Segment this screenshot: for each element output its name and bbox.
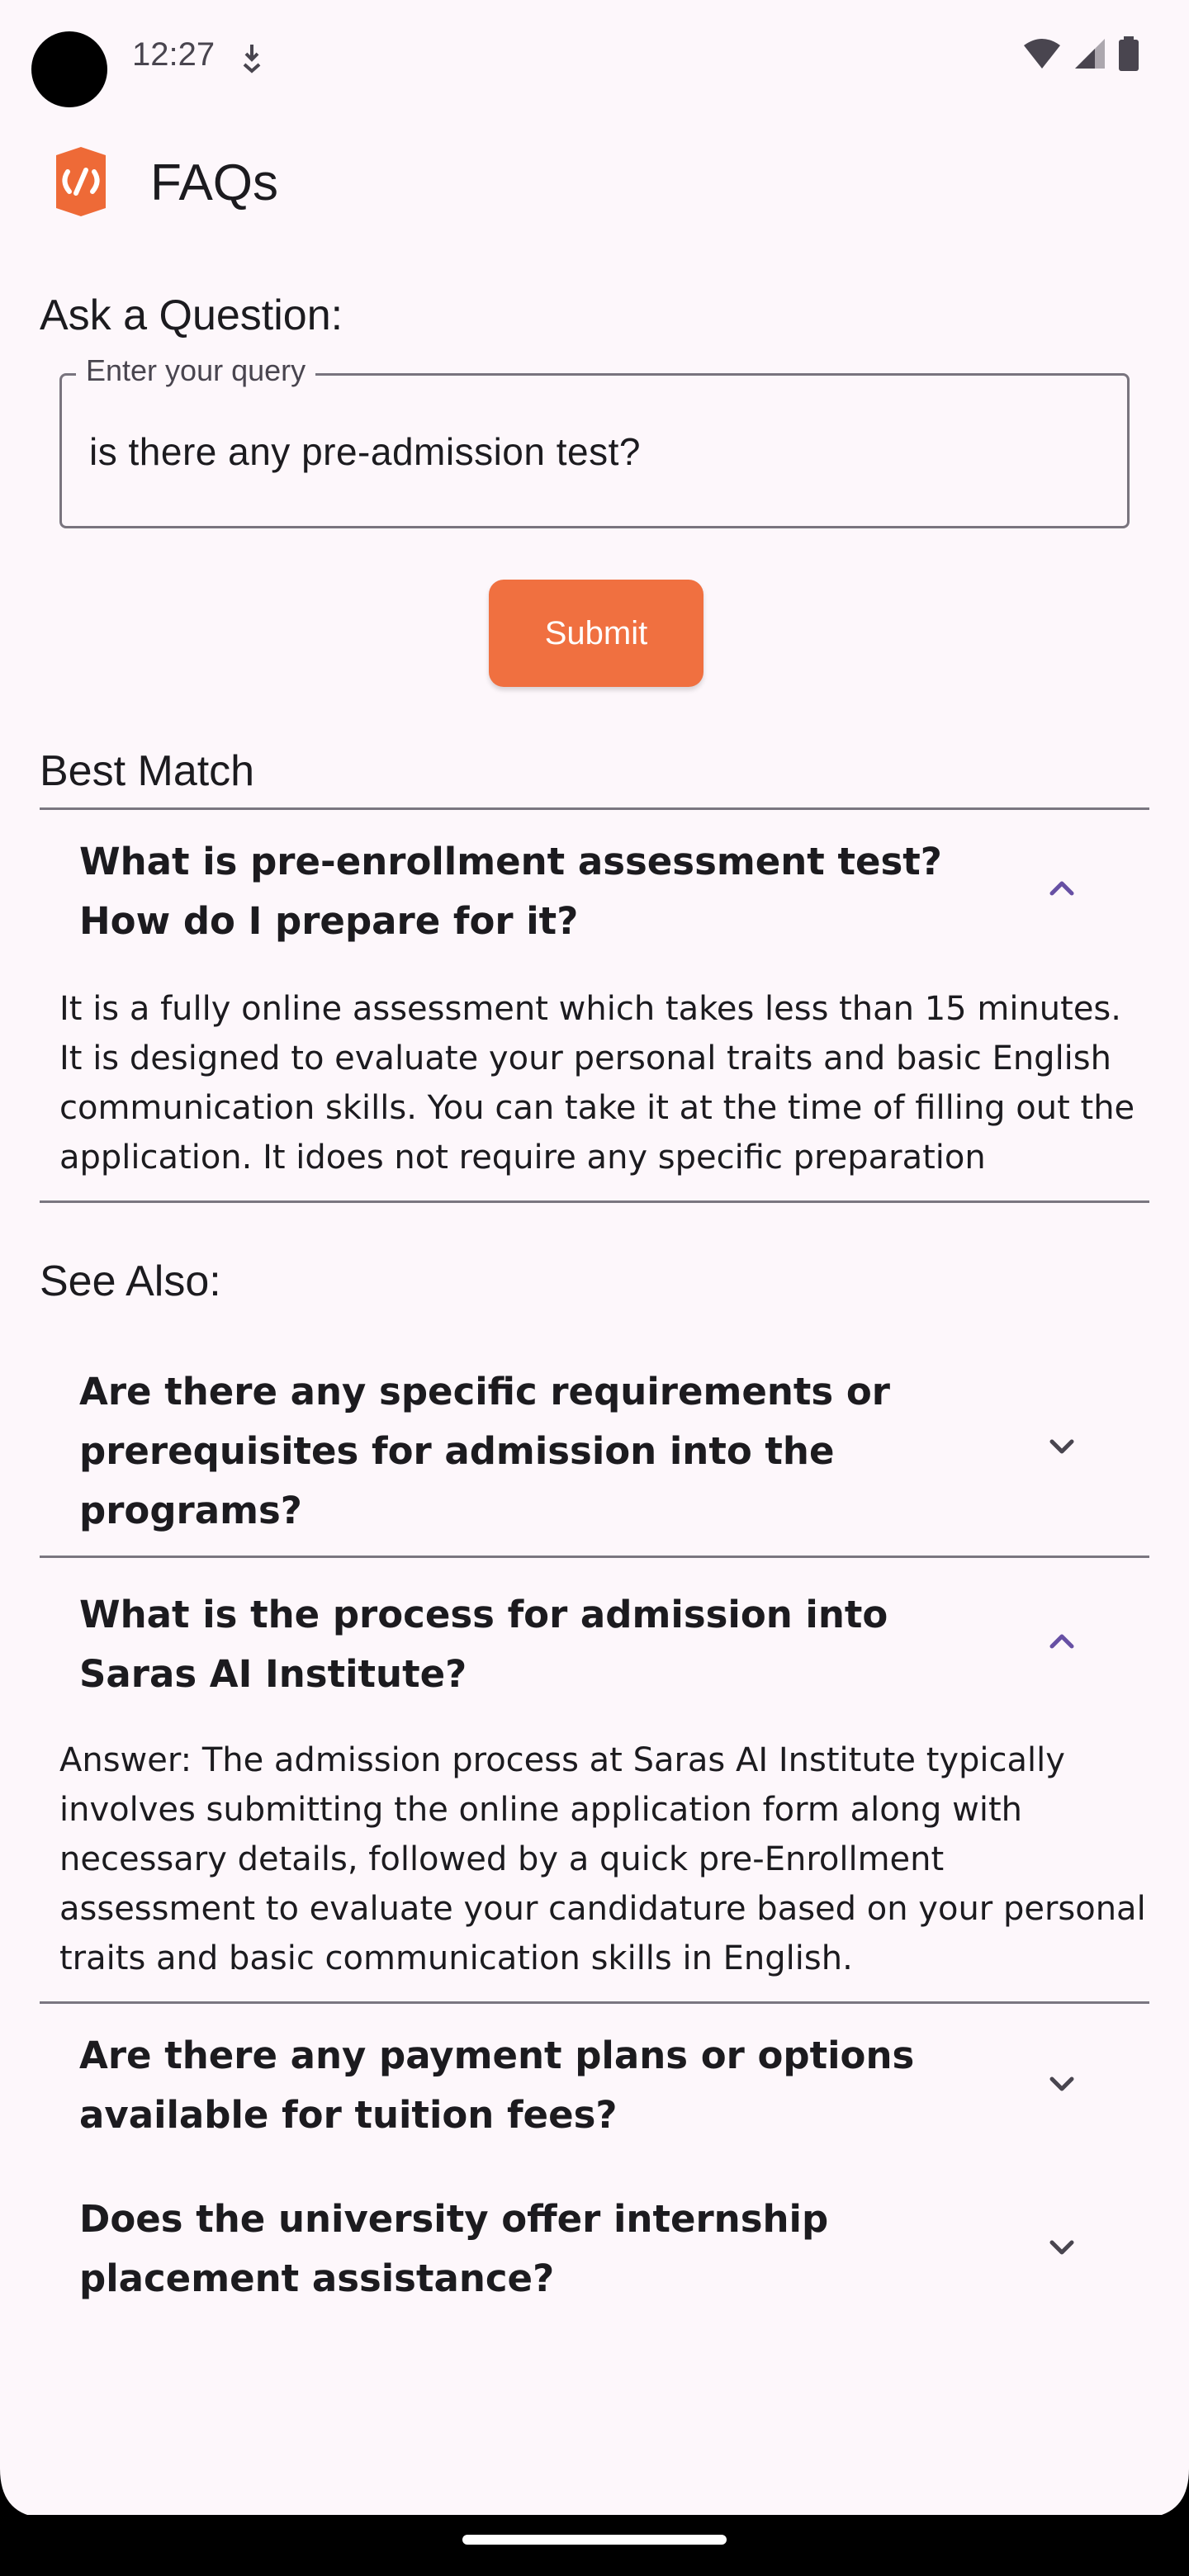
page-title: FAQs xyxy=(150,154,279,211)
home-gesture-handle[interactable] xyxy=(462,2535,727,2545)
chevron-down-icon[interactable] xyxy=(1042,2064,1082,2104)
divider xyxy=(40,1556,1149,1558)
chevron-up-icon[interactable] xyxy=(1042,869,1082,908)
screen-corner xyxy=(1139,2469,1189,2518)
submit-button[interactable]: Submit xyxy=(489,580,703,687)
status-bar: 12:27 xyxy=(0,0,1189,116)
query-input-label: Enter your query xyxy=(76,353,316,388)
cell-signal-icon xyxy=(1075,39,1105,69)
best-match-heading: Best Match xyxy=(40,747,255,795)
wifi-icon xyxy=(1024,39,1060,69)
status-time: 12:27 xyxy=(132,36,216,73)
faq-question[interactable]: Are there any specific requirements or p… xyxy=(79,1362,1012,1541)
faq-answer: Answer: The admission process at Saras A… xyxy=(59,1741,1146,1977)
see-also-heading: See Also: xyxy=(40,1257,221,1305)
app-bar: FAQs xyxy=(0,132,1189,231)
faq-question[interactable]: What is the process for admission into S… xyxy=(79,1585,1012,1704)
chevron-down-icon[interactable] xyxy=(1042,1427,1082,1466)
navigation-bar xyxy=(0,2515,1189,2576)
best-match-answer: It is a fully online assessment which ta… xyxy=(59,990,1135,1177)
ask-question-label: Ask a Question: xyxy=(40,291,343,339)
battery-icon xyxy=(1119,36,1139,71)
camera-cutout xyxy=(31,31,107,107)
chevron-up-icon[interactable] xyxy=(1042,1622,1082,1661)
faq-question[interactable]: Does the university offer internship pla… xyxy=(79,2190,1012,2308)
app-logo-icon xyxy=(56,147,106,216)
faq-question[interactable]: Are there any payment plans or options a… xyxy=(79,2026,1012,2145)
chevron-down-icon[interactable] xyxy=(1042,2228,1082,2267)
download-status-icon xyxy=(243,45,261,73)
query-input-value[interactable]: is there any pre-admission test? xyxy=(89,429,641,474)
divider xyxy=(40,1200,1149,1203)
screen-corner xyxy=(0,2469,50,2518)
divider xyxy=(40,807,1149,810)
best-match-question[interactable]: What is pre-enrollment assessment test? … xyxy=(79,832,1012,951)
divider xyxy=(40,2001,1149,2004)
